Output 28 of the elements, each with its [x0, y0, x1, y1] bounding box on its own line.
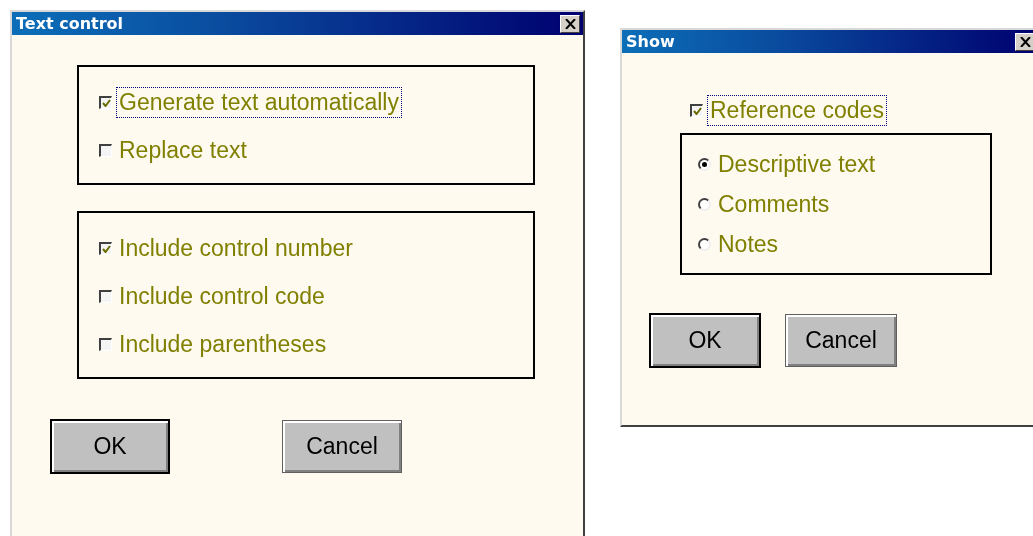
checkbox[interactable]	[99, 289, 112, 303]
option-label[interactable]: Notes	[715, 228, 782, 260]
radio-button[interactable]	[698, 197, 711, 211]
option-label[interactable]: Descriptive text	[715, 148, 879, 180]
close-icon	[1019, 36, 1031, 47]
checkbox[interactable]	[99, 241, 112, 255]
option-label[interactable]: Replace text	[116, 134, 250, 166]
close-button[interactable]	[1015, 32, 1033, 51]
radio-button[interactable]	[698, 237, 711, 251]
option-label[interactable]: Include parentheses	[116, 328, 330, 360]
window-title: Show	[626, 32, 675, 51]
checkbox[interactable]	[99, 143, 112, 157]
dialog-button[interactable]: Cancel	[282, 420, 402, 473]
checkbox[interactable]	[690, 103, 703, 117]
dialog-button[interactable]: OK	[50, 419, 170, 474]
option-label[interactable]: Comments	[715, 188, 833, 220]
option-label[interactable]: Reference codes	[707, 94, 887, 126]
dialog-button[interactable]: OK	[649, 313, 761, 368]
close-button[interactable]	[560, 14, 580, 33]
checkbox[interactable]	[99, 337, 112, 351]
window-title: Text control	[16, 14, 124, 33]
dialog-button[interactable]: Cancel	[785, 314, 897, 367]
option-label[interactable]: Include control code	[116, 280, 328, 312]
close-icon	[564, 18, 576, 29]
option-label[interactable]: Generate text automatically	[116, 86, 402, 118]
radio-button[interactable]	[698, 157, 711, 171]
option-label[interactable]: Include control number	[116, 232, 356, 264]
checkbox[interactable]	[99, 95, 112, 109]
